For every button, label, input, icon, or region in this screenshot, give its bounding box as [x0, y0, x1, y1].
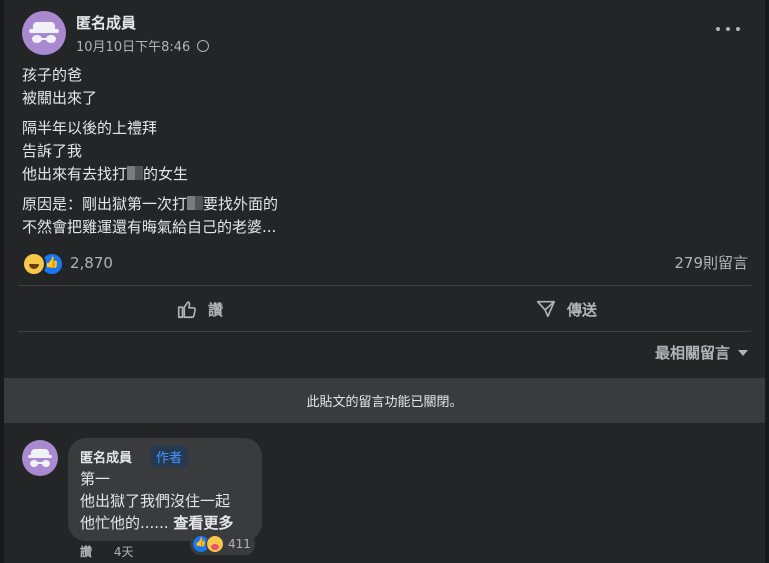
comments-closed-notice: 此貼文的留言功能已關閉。 [4, 378, 765, 423]
censored-emoji [187, 196, 204, 210]
chevron-down-icon [738, 350, 748, 356]
send-button[interactable]: 傳送 [535, 290, 597, 328]
like-button-label: 讚 [208, 300, 224, 319]
comment-line: 第一 [80, 470, 111, 488]
send-button-label: 傳送 [567, 300, 598, 319]
comment-reactions[interactable]: 411 [190, 533, 255, 555]
post-body-paragraph-1: 孩子的爸 被關出來了 [22, 64, 97, 110]
author-badge: 作者 [150, 446, 189, 467]
post-line: 他出來有去找打 的女生 [22, 165, 189, 183]
thumbs-up-icon [177, 301, 197, 319]
post-line: 不然會把雞運還有晦氣給自己的老婆... [22, 218, 277, 236]
post-line: 告訴了我 [22, 142, 83, 160]
post-line: 孩子的爸 [22, 66, 83, 84]
divider [18, 331, 751, 332]
comment-line: 他出獄了我們沒住一起 [80, 492, 231, 510]
comments-closed-text: 此貼文的留言功能已關閉。 [306, 395, 463, 410]
comment-line: 他忙他的...... 查看更多 [80, 514, 234, 532]
post-line: 被關出來了 [22, 89, 98, 107]
haha-reaction-icon [22, 252, 46, 276]
more-options-button[interactable] [714, 18, 742, 40]
post-body-paragraph-3: 原因是：剛出獄第一次打 要找外面的 不然會把雞運還有晦氣給自己的老婆... [22, 193, 278, 239]
comment-age[interactable]: 4天 [114, 545, 134, 559]
post-card: 匿名成員 10月10日下午8:46 孩子的爸 被關出來了 隔半年以後的上禮拜 告… [4, 0, 765, 563]
post-line: 隔半年以後的上禮拜 [22, 119, 158, 137]
globe-icon [197, 40, 210, 52]
post-body-paragraph-2: 隔半年以後的上禮拜 告訴了我 他出來有去找打 的女生 [22, 117, 188, 186]
comment-meta: 讚 4天 [80, 543, 133, 560]
comment-bubble: 匿名成員 作者 第一 他出獄了我們沒住一起 他忙他的...... 查看更多 [68, 438, 262, 541]
comment-like-link[interactable]: 讚 [80, 545, 92, 559]
like-button[interactable]: 讚 [176, 290, 223, 328]
see-more-link[interactable]: 查看更多 [173, 514, 233, 532]
care-reaction-icon [206, 535, 224, 553]
censored-emoji [127, 166, 144, 180]
comment-count[interactable]: 279則留言 [674, 252, 748, 273]
comment-reaction-count: 411 [228, 537, 251, 551]
divider [18, 285, 751, 286]
comment-text: 第一 他出獄了我們沒住一起 他忙他的...... 查看更多 [80, 468, 260, 534]
comment-avatar[interactable] [22, 440, 58, 476]
post-author-name[interactable]: 匿名成員 [76, 12, 136, 33]
post-timestamp[interactable]: 10月10日下午8:46 [76, 36, 210, 55]
sort-label: 最相關留言 [654, 344, 730, 362]
avatar[interactable] [22, 11, 66, 55]
send-icon [536, 300, 556, 318]
post-time-text[interactable]: 10月10日下午8:46 [76, 40, 190, 55]
comment-sort-dropdown[interactable]: 最相關留言 [655, 342, 748, 363]
post-line: 原因是：剛出獄第一次打 要找外面的 [22, 195, 279, 213]
comment-author-name[interactable]: 匿名成員 [80, 447, 132, 466]
reaction-count[interactable]: 2,870 [70, 254, 113, 272]
